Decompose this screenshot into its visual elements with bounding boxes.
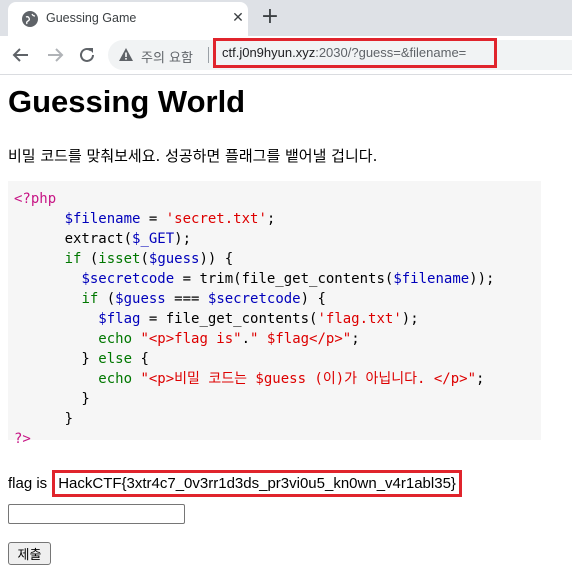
code-token: $filename	[64, 211, 141, 227]
code-line: echo "<p>flag is"." $flag</p>";	[14, 329, 541, 349]
guess-input[interactable]	[8, 504, 185, 524]
close-icon[interactable]: ✕	[229, 9, 247, 27]
code-line: ?>	[14, 429, 541, 449]
reload-icon[interactable]	[74, 42, 100, 68]
code-token: if	[81, 291, 99, 307]
warning-icon[interactable]	[118, 47, 134, 63]
code-token: }	[14, 391, 90, 407]
code-token: .	[241, 331, 251, 347]
url-path: :2030/?guess=&filename=	[315, 45, 467, 60]
tab-guessing-game[interactable]: Guessing Game ✕	[8, 2, 248, 36]
code-token: =	[140, 211, 166, 227]
code-token: $guess	[148, 251, 200, 267]
code-line: echo "<p>비밀 코드는 $guess (이)가 아닙니다. </p>";	[14, 369, 541, 389]
security-label[interactable]: 주의 요함	[141, 47, 193, 66]
code-token: )) {	[199, 251, 234, 267]
code-token: (	[81, 251, 99, 267]
code-token: (	[98, 291, 116, 307]
code-token: ===	[165, 291, 208, 307]
tab-title: Guessing Game	[46, 11, 137, 25]
code-token: extract(	[14, 231, 133, 247]
code-token: 'secret.txt'	[165, 211, 267, 227]
code-token: );	[401, 311, 419, 327]
code-token: ));	[469, 271, 495, 287]
code-token: $flag	[98, 311, 141, 327]
code-token: "<p>flag is"	[140, 331, 242, 347]
divider	[208, 47, 209, 63]
intro-text: 비밀 코드를 맞춰보세요. 성공하면 플래그를 뱉어낼 겁니다.	[8, 147, 378, 165]
code-line: $flag = file_get_contents('flag.txt');	[14, 309, 541, 329]
code-token: $filename	[393, 271, 470, 287]
code-token: "<p>비밀 코드는 $guess (이)가 아닙니다. </p>"	[140, 371, 476, 387]
code-token: = file_get_contents(	[140, 311, 318, 327]
code-token: 'flag.txt'	[317, 311, 402, 327]
code-token: $guess	[115, 291, 166, 307]
code-token: <?php	[14, 191, 57, 207]
code-token: ;	[351, 331, 360, 347]
code-token: }	[14, 411, 74, 427]
code-line: if (isset($guess)) {	[14, 249, 541, 269]
code-token: ;	[476, 371, 485, 387]
code-line: }	[14, 409, 541, 429]
code-token: $_GET	[132, 231, 175, 247]
code-line: <?php	[14, 189, 541, 209]
url-host: ctf.j0n9hyun.xyz	[222, 45, 316, 60]
code-line: }	[14, 389, 541, 409]
code-token: else	[98, 351, 133, 367]
plus-icon[interactable]: +	[258, 6, 282, 30]
code-token: = trim(file_get_contents(	[174, 271, 394, 287]
source-code-block: <?php $filename = 'secret.txt'; extract(…	[8, 181, 541, 447]
flag-value: HackCTF{3xtr4c7_0v3rr1d3ds_pr3vi0u5_kn0w…	[52, 470, 462, 497]
code-token: isset	[98, 251, 141, 267]
code-token: ?>	[14, 431, 31, 447]
code-token: echo	[98, 331, 133, 347]
code-line: } else {	[14, 349, 541, 369]
submit-button[interactable]: 제출	[8, 542, 51, 565]
back-arrow-icon[interactable]	[8, 42, 34, 68]
globe-icon	[22, 11, 38, 27]
code-token: {	[132, 351, 149, 367]
code-token: );	[174, 231, 192, 247]
code-token: (	[140, 251, 149, 267]
code-token: if	[64, 251, 82, 267]
code-token: $secretcode	[207, 291, 301, 307]
flag-label: flag is	[8, 475, 48, 492]
code-line: $filename = 'secret.txt';	[14, 209, 541, 229]
code-token: }	[14, 351, 99, 367]
code-token: " $flag</p>"	[250, 331, 352, 347]
flag-output: flag is HackCTF{3xtr4c7_0v3rr1d3ds_pr3vi…	[8, 470, 462, 497]
code-line: if ($guess === $secretcode) {	[14, 289, 541, 309]
forward-arrow-icon[interactable]	[42, 42, 68, 68]
code-line: $secretcode = trim(file_get_contents($fi…	[14, 269, 541, 289]
code-line: extract($_GET);	[14, 229, 541, 249]
url-highlight-box[interactable]: ctf.j0n9hyun.xyz:2030/?guess=&filename=	[213, 38, 497, 68]
code-token: echo	[98, 371, 133, 387]
page-title: Guessing World	[8, 84, 246, 119]
tab-strip: Guessing Game ✕ +	[0, 0, 572, 36]
code-token: ;	[266, 211, 276, 227]
url-text[interactable]: ctf.j0n9hyun.xyz:2030/?guess=&filename=	[222, 45, 466, 60]
code-token: ) {	[300, 291, 326, 307]
code-token: $secretcode	[81, 271, 175, 287]
